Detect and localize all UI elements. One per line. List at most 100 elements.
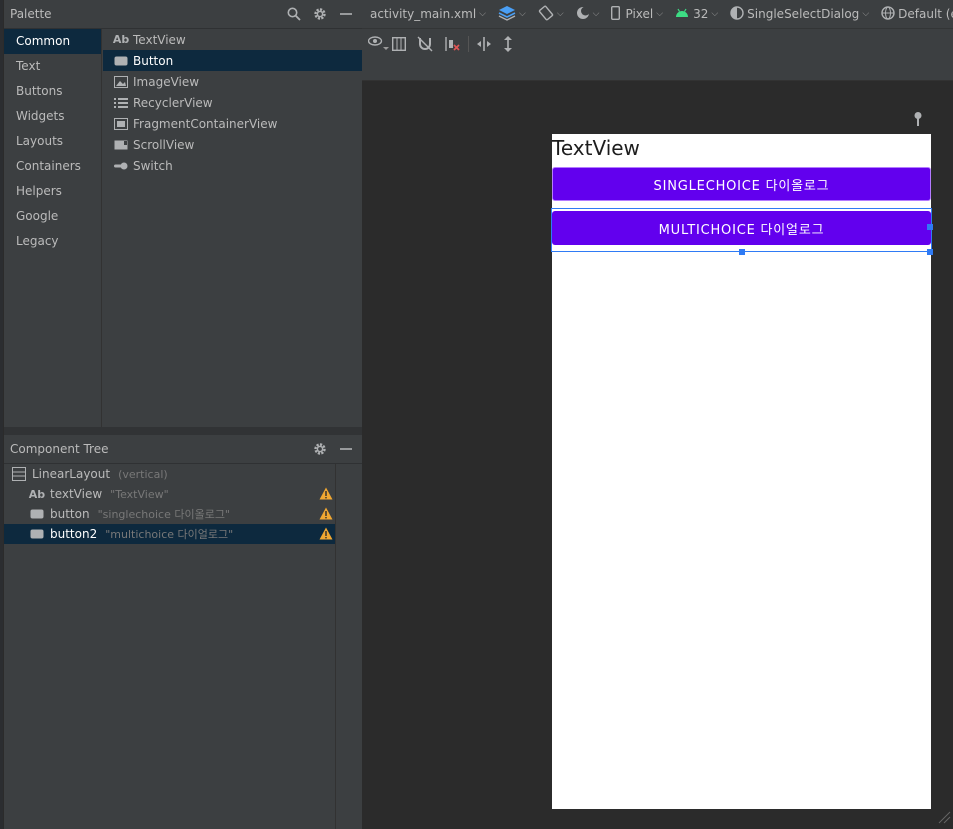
preview-singlechoice-button[interactable]: SINGLECHOICE 다이올로그 <box>552 167 931 201</box>
device-preview[interactable]: TextView SINGLECHOICE 다이올로그 MULTICHOICE … <box>551 134 933 809</box>
file-name: activity_main.xml <box>370 7 477 21</box>
theme-icon <box>730 5 744 23</box>
night-mode-button[interactable]: ⌵ <box>570 0 606 29</box>
palette-item-label: RecyclerView <box>133 95 213 110</box>
switch-icon <box>113 161 129 171</box>
tree-row-label: button <box>50 507 90 521</box>
tree-row-button2[interactable]: button2 "multichoice 다이얼로그" <box>4 524 335 544</box>
ab-icon: Ab <box>28 487 46 501</box>
android-icon <box>675 7 689 21</box>
palette-item-label: Switch <box>133 158 173 173</box>
search-icon[interactable] <box>286 6 302 22</box>
tree-row-label: LinearLayout <box>32 467 111 481</box>
vertical-margin-icon[interactable] <box>502 35 514 53</box>
minimize-icon[interactable] <box>338 441 354 457</box>
list-icon <box>113 97 129 109</box>
horizontal-margin-icon[interactable] <box>476 35 492 53</box>
globe-icon <box>881 5 895 23</box>
scroll-icon <box>113 140 129 150</box>
locale-selector[interactable]: Default (en-us)⌵ <box>875 0 953 29</box>
layers-icon <box>498 5 516 24</box>
category-text[interactable]: Text <box>4 54 101 79</box>
palette-title: Palette <box>10 7 52 21</box>
rotate-icon <box>538 5 554 24</box>
button-icon <box>113 56 129 66</box>
clear-constraints-icon[interactable] <box>444 35 460 53</box>
tree-row-label: button2 <box>50 527 98 541</box>
image-icon <box>113 75 129 88</box>
gear-icon[interactable] <box>312 6 328 22</box>
tree-row-hint: "multichoice 다이얼로그" <box>105 528 234 541</box>
editor-toolbar: activity_main.xml ⌵ ⌵ ⌵ ⌵ Pixel ⌵ 32 ⌵ Sing… <box>362 0 953 29</box>
api-level: 32 <box>693 7 709 21</box>
palette-item-fragmentcontainerview[interactable]: FragmentContainerView <box>103 113 362 134</box>
category-containers[interactable]: Containers <box>4 154 101 179</box>
theme-name: SingleSelectDialog <box>747 7 860 21</box>
palette-header: Palette <box>4 0 362 29</box>
palette-item-switch[interactable]: Switch <box>103 155 362 176</box>
palette-item-label: FragmentContainerView <box>133 116 278 131</box>
fragment-icon <box>113 117 129 130</box>
design-surface-button[interactable]: ⌵ <box>492 0 532 29</box>
theme-selector[interactable]: SingleSelectDialog ⌵ <box>724 0 875 29</box>
tree-row-textview[interactable]: Ab textView "TextView" <box>4 484 335 504</box>
resize-handle-right[interactable] <box>927 224 933 230</box>
resize-handle-bottom[interactable] <box>739 249 745 255</box>
tree-scrollbar[interactable] <box>335 464 362 829</box>
category-buttons[interactable]: Buttons <box>4 79 101 104</box>
component-tree-header: Component Tree <box>4 435 362 464</box>
tree-row-linearlayout[interactable]: LinearLayout (vertical) <box>4 464 335 484</box>
layout-editor: activity_main.xml ⌵ ⌵ ⌵ ⌵ Pixel ⌵ 32 ⌵ Sing… <box>362 0 953 829</box>
tree-row-button[interactable]: button "singlechoice 다이올로그" <box>4 504 335 524</box>
palette-item-label: ScrollView <box>133 137 195 152</box>
component-tree-title: Component Tree <box>10 442 109 456</box>
palette-item-imageview[interactable]: ImageView <box>103 71 362 92</box>
night-mode-icon <box>576 6 590 23</box>
device-name: Pixel <box>625 7 654 21</box>
palette-item-recyclerview[interactable]: RecyclerView <box>103 92 362 113</box>
category-layouts[interactable]: Layouts <box>4 129 101 154</box>
tree-row-hint: "singlechoice 다이올로그" <box>97 508 230 521</box>
orientation-button[interactable]: ⌵ <box>532 0 570 29</box>
category-google[interactable]: Google <box>4 204 101 229</box>
locale-name: Default (en-us) <box>898 7 953 21</box>
category-common[interactable]: Common <box>4 29 101 54</box>
category-helpers[interactable]: Helpers <box>4 179 101 204</box>
device-selector[interactable]: Pixel ⌵ <box>605 0 669 29</box>
left-panels: Palette Common Text Buttons Widgets Layo… <box>3 0 362 829</box>
preview-multichoice-button[interactable]: MULTICHOICE 다이얼로그 <box>552 211 931 245</box>
minimize-icon[interactable] <box>338 6 354 22</box>
category-legacy[interactable]: Legacy <box>4 229 101 254</box>
palette-body: Common Text Buttons Widgets Layouts Cont… <box>4 29 362 427</box>
preview-textview[interactable]: TextView <box>552 136 640 160</box>
palette-item-button[interactable]: Button <box>103 50 362 71</box>
tree-row-hint: "TextView" <box>110 487 169 501</box>
editor-secondary-toolbar <box>362 29 953 81</box>
warning-icon[interactable] <box>319 527 333 543</box>
resize-grip-icon[interactable] <box>937 810 951 827</box>
category-widgets[interactable]: Widgets <box>4 104 101 129</box>
eye-icon[interactable] <box>368 35 390 53</box>
component-tree-body: LinearLayout (vertical) Ab textView "Tex… <box>4 464 362 829</box>
gear-icon[interactable] <box>312 441 328 457</box>
design-canvas[interactable]: TextView SINGLECHOICE 다이올로그 MULTICHOICE … <box>362 81 953 829</box>
resize-handle-corner[interactable] <box>927 249 933 255</box>
warning-icon[interactable] <box>319 487 333 503</box>
palette-item-scrollview[interactable]: ScrollView <box>103 134 362 155</box>
tree-row-label: textView <box>50 487 103 501</box>
ab-icon: Ab <box>112 33 130 46</box>
file-selector[interactable]: activity_main.xml ⌵ <box>370 0 492 29</box>
api-level-selector[interactable]: 32 ⌵ <box>669 0 724 29</box>
palette-item-label: Button <box>133 53 174 68</box>
phone-icon <box>611 5 621 23</box>
button-icon <box>28 509 46 519</box>
pin-icon[interactable] <box>912 111 924 130</box>
blueprint-icon[interactable] <box>392 35 406 53</box>
panel-divider[interactable] <box>4 427 362 435</box>
tree-row-hint: (vertical) <box>118 467 168 481</box>
magnet-off-icon[interactable] <box>417 35 433 53</box>
warning-icon[interactable] <box>319 507 333 523</box>
palette-item-label: ImageView <box>133 74 200 89</box>
palette-item-label: TextView <box>133 32 186 47</box>
palette-item-textview[interactable]: Ab TextView <box>103 29 362 50</box>
